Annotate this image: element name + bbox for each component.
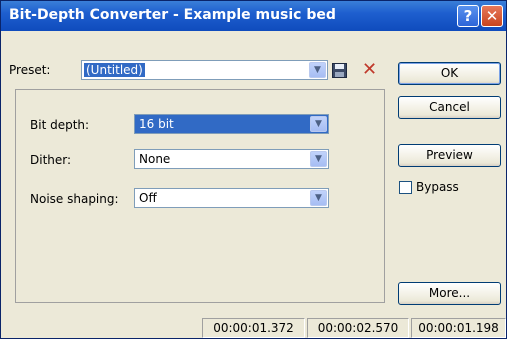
ok-button[interactable]: OK	[398, 62, 501, 85]
status-cell-length: 00:00:01.198	[411, 318, 506, 338]
bit-depth-value: 16 bit	[139, 117, 174, 131]
dither-value: None	[139, 152, 171, 166]
status-cell-start: 00:00:01.372	[202, 318, 305, 338]
chevron-down-icon[interactable]: ▼	[310, 190, 327, 206]
chevron-down-icon[interactable]: ▼	[309, 62, 326, 78]
bypass-checkbox[interactable]	[399, 181, 412, 194]
preview-button[interactable]: Preview	[398, 144, 501, 167]
noise-shaping-label: Noise shaping:	[30, 192, 119, 206]
help-button[interactable]: ?	[457, 5, 479, 27]
cancel-button[interactable]: Cancel	[398, 96, 501, 119]
dialog-window: Bit-Depth Converter - Example music bed …	[0, 0, 507, 339]
floppy-disk-icon[interactable]	[332, 63, 347, 78]
close-button[interactable]: ✕	[481, 5, 503, 27]
bit-depth-select[interactable]: 16 bit ▼	[134, 114, 329, 134]
noise-shaping-select[interactable]: Off ▼	[134, 188, 329, 208]
bit-depth-label: Bit depth:	[30, 118, 90, 132]
delete-x-icon[interactable]: ✕	[362, 61, 377, 79]
bypass-label: Bypass	[416, 180, 459, 194]
chevron-down-icon[interactable]: ▼	[310, 151, 327, 167]
preset-label: Preset:	[9, 63, 51, 77]
dither-select[interactable]: None ▼	[134, 149, 329, 169]
status-cell-end: 00:00:02.570	[307, 318, 409, 338]
dither-label: Dither:	[30, 153, 72, 167]
title-bar: Bit-Depth Converter - Example music bed …	[1, 1, 506, 31]
more-button[interactable]: More...	[398, 282, 501, 305]
preset-value: (Untitled)	[84, 63, 145, 77]
window-title: Bit-Depth Converter - Example music bed	[9, 7, 336, 23]
noise-shaping-value: Off	[139, 191, 157, 205]
preset-combobox[interactable]: (Untitled) ▼	[81, 60, 328, 80]
chevron-down-icon[interactable]: ▼	[310, 116, 327, 132]
